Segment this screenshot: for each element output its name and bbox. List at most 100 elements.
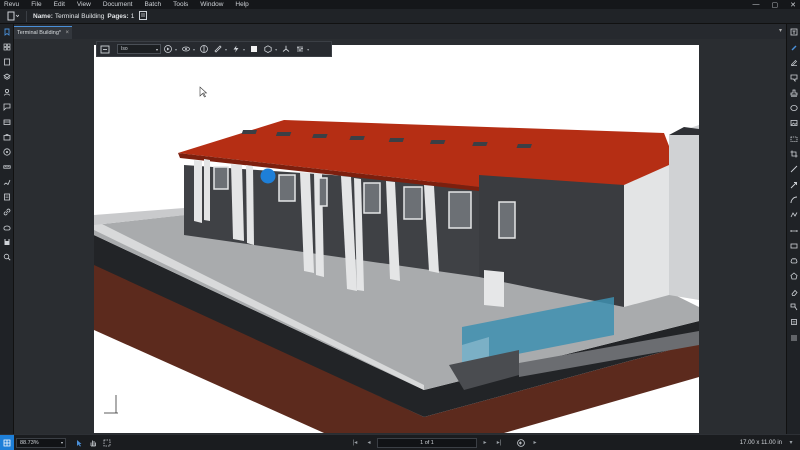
light-button[interactable] — [229, 42, 243, 56]
back-view-button[interactable] — [515, 437, 527, 449]
status-grid-button[interactable] — [0, 434, 14, 450]
view-select[interactable]: Iso ▾ — [117, 44, 161, 54]
ellipse-icon[interactable] — [787, 100, 800, 115]
menu-file[interactable]: File — [25, 0, 47, 9]
cube-caret-icon[interactable]: ▾ — [275, 47, 277, 52]
zoom-tool-button[interactable] — [100, 435, 114, 450]
zoom-field[interactable]: 88.73% ▾ — [16, 437, 66, 448]
play-icon — [164, 45, 172, 53]
crop-icon[interactable] — [787, 146, 800, 161]
cloud-icon[interactable] — [787, 253, 800, 268]
menu-tools[interactable]: Tools — [167, 0, 194, 9]
menu-bar: Revu File Edit View Document Batch Tools… — [0, 0, 800, 9]
model-tree-icon[interactable] — [0, 84, 14, 99]
more-icon[interactable] — [787, 330, 800, 345]
building-model[interactable] — [94, 45, 699, 433]
play-button[interactable] — [161, 42, 175, 56]
tab-terminal-building[interactable]: Terminal Building* × — [14, 26, 72, 39]
document-icon — [7, 11, 19, 21]
name-value[interactable]: Terminal Building — [55, 13, 105, 20]
dimension-icon[interactable] — [787, 223, 800, 238]
eraser-icon[interactable] — [787, 284, 800, 299]
measure-button[interactable] — [211, 42, 225, 56]
page-field[interactable]: 1 of 1 — [377, 437, 477, 448]
menu-window[interactable]: Window — [194, 0, 229, 9]
settings-button[interactable] — [293, 42, 307, 56]
file-access-icon[interactable] — [0, 54, 14, 69]
search-icon[interactable] — [0, 249, 14, 264]
canvas-area[interactable]: Iso ▾ ▾ ▾ ▾ ▾ ▾ ▾ — [14, 39, 786, 434]
studio-icon[interactable] — [0, 219, 14, 234]
orbit-button[interactable] — [179, 42, 193, 56]
arc-icon[interactable] — [787, 192, 800, 207]
rectangle-icon[interactable] — [787, 238, 800, 253]
forms-icon[interactable] — [0, 189, 14, 204]
note-icon[interactable] — [787, 70, 800, 85]
play-caret-icon[interactable]: ▾ — [175, 47, 177, 52]
callout-icon[interactable] — [787, 299, 800, 314]
spaces-icon[interactable] — [0, 114, 14, 129]
status-dropdown-icon[interactable]: ▾ — [785, 437, 797, 449]
hand-icon — [90, 440, 96, 446]
previous-page-button[interactable]: ◂ — [363, 437, 375, 449]
menu-view[interactable]: View — [71, 0, 97, 9]
tab-close-icon[interactable]: × — [65, 30, 69, 36]
last-page-button[interactable]: ▸| — [493, 437, 505, 449]
menu-help[interactable]: Help — [229, 0, 254, 9]
window-controls: — ▢ ✕ — [753, 0, 797, 9]
light-caret-icon[interactable]: ▾ — [243, 47, 245, 52]
close-button[interactable]: ✕ — [790, 1, 796, 9]
text-box-icon[interactable] — [787, 24, 800, 39]
axis-button[interactable] — [279, 42, 293, 56]
menu-document[interactable]: Document — [97, 0, 139, 9]
model-viewport[interactable] — [94, 45, 699, 433]
layers-icon[interactable] — [0, 69, 14, 84]
sliders-icon — [297, 46, 303, 52]
select-tool-button[interactable] — [72, 435, 86, 450]
first-page-button[interactable]: |◂ — [349, 437, 361, 449]
polygon-icon[interactable] — [787, 269, 800, 284]
tab-list-dropdown-icon[interactable]: ▾ — [779, 27, 782, 34]
markups-list-icon[interactable] — [0, 99, 14, 114]
tool-chest-icon[interactable] — [0, 129, 14, 144]
properties-icon[interactable] — [0, 144, 14, 159]
grid-icon — [3, 439, 11, 446]
model-tree-button[interactable] — [261, 42, 275, 56]
measurements-icon[interactable] — [0, 159, 14, 174]
highlight-icon[interactable] — [787, 55, 800, 70]
render-mode-button[interactable] — [247, 42, 261, 56]
document-tab-bar: Terminal Building* × ▾ — [14, 24, 786, 39]
signatures-icon[interactable] — [0, 174, 14, 189]
save-icon[interactable] — [0, 234, 14, 249]
line-icon[interactable] — [787, 162, 800, 177]
pan-tool-button[interactable] — [86, 435, 100, 450]
bookmarks-icon[interactable] — [0, 24, 14, 39]
lightning-icon — [233, 45, 239, 53]
fit-view-button[interactable] — [97, 42, 113, 56]
thumbnails-icon[interactable] — [0, 39, 14, 54]
snapshot-icon[interactable] — [787, 131, 800, 146]
menu-batch[interactable]: Batch — [138, 0, 167, 9]
stamp-icon[interactable] — [787, 85, 800, 100]
maximize-button[interactable]: ▢ — [772, 1, 779, 9]
pen-icon[interactable] — [787, 39, 800, 54]
zoom-region-icon — [103, 439, 111, 446]
settings-caret-icon[interactable]: ▾ — [307, 47, 309, 52]
links-icon[interactable] — [0, 204, 14, 219]
menu-revu[interactable]: Revu — [0, 0, 25, 9]
orbit-caret-icon[interactable]: ▾ — [193, 47, 195, 52]
left-panel-toolbar — [0, 24, 14, 434]
menu-edit[interactable]: Edit — [48, 0, 71, 9]
next-page-button[interactable]: ▸ — [479, 437, 491, 449]
image-icon[interactable] — [787, 116, 800, 131]
forward-view-button[interactable]: ▸ — [529, 437, 541, 449]
orbit-icon — [182, 46, 190, 52]
section-button[interactable] — [197, 42, 211, 56]
minimize-button[interactable]: — — [753, 1, 760, 8]
polyline-icon[interactable] — [787, 208, 800, 223]
measure-caret-icon[interactable]: ▾ — [225, 47, 227, 52]
document-menu-button[interactable] — [3, 10, 23, 22]
arrow-icon[interactable] — [787, 177, 800, 192]
page-setup-icon[interactable] — [139, 10, 148, 22]
stamp2-icon[interactable] — [787, 315, 800, 330]
